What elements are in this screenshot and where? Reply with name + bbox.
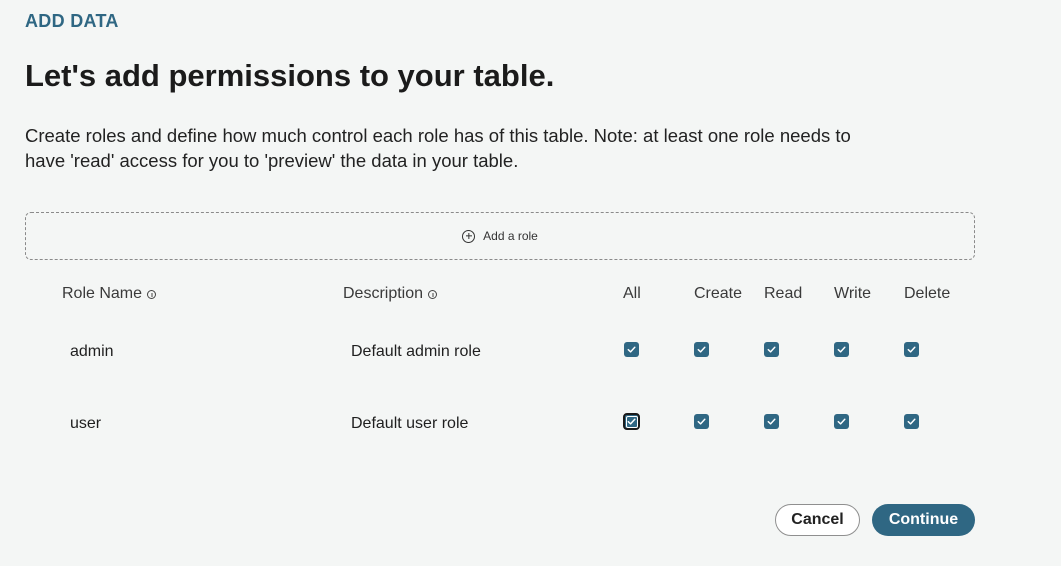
continue-button[interactable]: Continue — [872, 504, 975, 536]
check-icon — [627, 346, 636, 353]
column-header-role-name: Role Name — [62, 285, 157, 303]
checkbox-read[interactable] — [764, 414, 779, 429]
checkbox-write[interactable] — [834, 342, 849, 357]
description-line-1: Create roles and define how much control… — [25, 125, 851, 146]
role-description-cell: Default admin role — [351, 343, 481, 360]
info-icon[interactable] — [147, 289, 157, 299]
checkbox-delete[interactable] — [904, 342, 919, 357]
checkbox-all[interactable] — [624, 342, 639, 357]
check-icon — [837, 418, 846, 425]
cancel-button[interactable]: Cancel — [775, 504, 860, 536]
check-icon — [767, 346, 776, 353]
add-role-button[interactable]: Add a role — [25, 212, 975, 260]
column-header-description: Description — [343, 285, 438, 303]
checkbox-read[interactable] — [764, 342, 779, 357]
column-header-description-label: Description — [343, 285, 424, 302]
column-header-read: Read — [764, 285, 803, 302]
column-header-role-name-label: Role Name — [62, 285, 143, 302]
checkbox-delete[interactable] — [904, 414, 919, 429]
column-header-delete: Delete — [904, 285, 951, 302]
checkbox-write[interactable] — [834, 414, 849, 429]
check-icon — [697, 346, 706, 353]
column-header-write: Write — [834, 285, 872, 302]
info-icon[interactable] — [428, 289, 438, 299]
plus-circle-icon — [462, 229, 476, 243]
check-icon — [837, 346, 846, 353]
check-icon — [627, 418, 636, 425]
checkbox-create[interactable] — [694, 342, 709, 357]
column-header-all: All — [623, 285, 641, 302]
role-name-cell: user — [70, 415, 102, 432]
checkbox-create[interactable] — [694, 414, 709, 429]
check-icon — [907, 418, 916, 425]
role-name-cell: admin — [70, 343, 114, 360]
description-line-2: have 'read' access for you to 'preview' … — [25, 150, 519, 171]
page-title: Let's add permissions to your table. — [25, 58, 555, 93]
role-description-cell: Default user role — [351, 415, 469, 432]
column-header-create: Create — [694, 285, 743, 302]
page-eyebrow: ADD DATA — [25, 11, 119, 31]
add-role-label: Add a role — [483, 229, 538, 243]
check-icon — [697, 418, 706, 425]
page-description: Create roles and define how much control… — [25, 123, 1005, 173]
check-icon — [907, 346, 916, 353]
checkbox-all[interactable] — [623, 413, 640, 430]
check-icon — [767, 418, 776, 425]
